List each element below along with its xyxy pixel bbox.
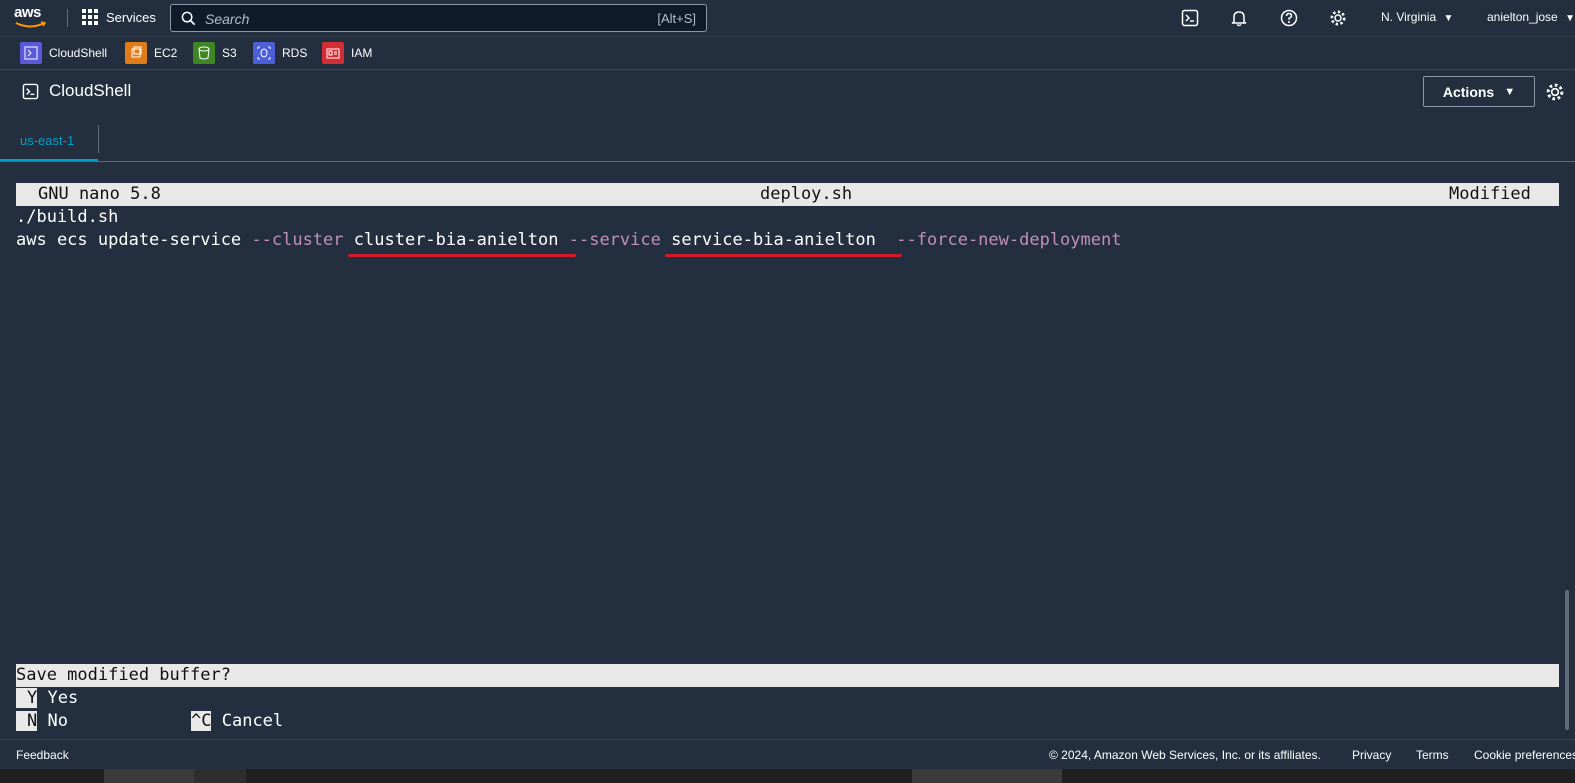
ec2-icon [125, 42, 147, 64]
cluster-value-text: cluster-bia-anielton [353, 230, 559, 250]
search-placeholder: Search [205, 11, 250, 27]
user-label: anielton_jose [1487, 10, 1558, 24]
cookie-preferences-link[interactable]: Cookie preferences [1474, 748, 1575, 762]
settings-button[interactable] [1328, 8, 1348, 28]
option-cluster: --cluster [251, 230, 344, 250]
bell-icon [1231, 11, 1247, 27]
label-cancel: Cancel [221, 711, 284, 731]
privacy-link[interactable]: Privacy [1352, 748, 1391, 762]
region-selector[interactable]: N. Virginia ▼ [1381, 10, 1453, 24]
terminal-line: aws ecs update-service --cluster cluster… [16, 229, 1122, 257]
gear-icon[interactable] [1545, 82, 1565, 102]
aws-logo[interactable]: aws [14, 4, 50, 32]
copyright-text: © 2024, Amazon Web Services, Inc. or its… [1049, 748, 1321, 762]
page-title: CloudShell [22, 81, 131, 101]
nano-title-bar: GNU nano 5.8 deploy.sh Modified [16, 183, 1559, 206]
option-service: --service [568, 230, 661, 250]
tab-us-east-1[interactable]: us-east-1 [0, 118, 98, 162]
label-yes: Yes [47, 688, 79, 708]
service-value: service-bia-anielton [665, 229, 903, 257]
save-prompt: Save modified buffer? [16, 665, 231, 685]
taskbar-item[interactable] [194, 769, 246, 783]
caret-down-icon: ▼ [1443, 13, 1454, 24]
terms-link[interactable]: Terms [1416, 748, 1449, 762]
iam-icon [322, 42, 344, 64]
help-icon [1280, 9, 1298, 27]
favorite-label: EC2 [154, 46, 178, 60]
nano-status: Modified [1449, 184, 1531, 204]
user-menu[interactable]: anielton_jose ▼ [1487, 10, 1575, 24]
search-shortcut: [Alt+S] [657, 11, 696, 26]
region-label: N. Virginia [1381, 10, 1437, 24]
favorite-cloudshell[interactable]: CloudShell [20, 42, 107, 64]
label-no: No [47, 711, 68, 731]
actions-button[interactable]: Actions ▼ [1423, 76, 1535, 107]
prompt-option-yes[interactable]: Y Yes [16, 687, 78, 710]
favorite-label: CloudShell [49, 46, 108, 60]
services-label: Services [106, 9, 156, 25]
terminal-line: ./build.sh [16, 207, 119, 227]
cloudshell-nav-button[interactable] [1180, 8, 1200, 28]
page-title-text: CloudShell [49, 81, 132, 100]
option-force-new-deployment: --force-new-deployment [896, 230, 1122, 250]
command-text: aws ecs update-service [16, 230, 252, 250]
feedback-link[interactable]: Feedback [16, 748, 69, 762]
key-no: N [16, 711, 38, 731]
favorite-label: S3 [222, 46, 237, 60]
aws-smile-icon [15, 21, 47, 28]
favorite-ec2[interactable]: EC2 [125, 42, 177, 64]
terminal[interactable]: GNU nano 5.8 deploy.sh Modified ./build.… [0, 162, 1575, 739]
favorites-bar: CloudShell EC2 S3 RDS IAM [0, 36, 1575, 69]
nav-divider [67, 9, 68, 27]
favorite-label: IAM [351, 46, 373, 60]
tab-label: us-east-1 [20, 132, 75, 148]
help-button[interactable] [1279, 8, 1299, 28]
key-yes: Y [16, 688, 38, 708]
cloudshell-header: CloudShell Actions ▼ us-east-1 [0, 69, 1575, 162]
tab-separator [98, 125, 99, 153]
top-navigation: aws Services Search [Alt+S] N. Virginia … [0, 0, 1575, 36]
red-underline [347, 254, 576, 257]
search-input[interactable]: Search [Alt+S] [170, 4, 707, 32]
cloudshell-icon [1181, 9, 1199, 27]
terminal-scrollbar[interactable] [1565, 590, 1569, 730]
search-icon [181, 11, 196, 26]
favorite-label: RDS [282, 46, 308, 60]
key-cancel: ^C [191, 711, 212, 731]
prompt-option-cancel[interactable]: ^C Cancel [191, 710, 283, 733]
actions-label: Actions [1442, 83, 1495, 100]
service-value-text: service-bia-anielton [671, 230, 876, 250]
s3-icon [193, 42, 215, 64]
cloudshell-icon [20, 42, 42, 64]
favorite-s3[interactable]: S3 [193, 42, 237, 64]
grid-icon [82, 9, 98, 25]
favorite-iam[interactable]: IAM [322, 42, 372, 64]
aws-logo-text: aws [14, 4, 41, 21]
save-prompt-bar: Save modified buffer? [16, 664, 1559, 687]
nano-filename: deploy.sh [760, 184, 853, 204]
notifications-button[interactable] [1229, 8, 1249, 28]
nano-version: GNU nano 5.8 [38, 184, 161, 204]
cloudshell-icon [22, 83, 39, 99]
taskbar-item[interactable] [104, 769, 194, 783]
taskbar-item[interactable] [912, 769, 1062, 783]
caret-down-icon: ▼ [1565, 13, 1575, 24]
caret-down-icon: ▼ [1504, 85, 1516, 98]
red-underline [665, 254, 903, 257]
cluster-value: cluster-bia-anielton [347, 229, 576, 257]
prompt-option-no[interactable]: N No [16, 710, 68, 733]
favorite-rds[interactable]: RDS [253, 42, 307, 64]
rds-icon [253, 42, 275, 64]
gear-icon [1330, 10, 1346, 26]
os-taskbar [0, 769, 1575, 783]
services-menu-button[interactable]: Services [82, 9, 156, 25]
footer: Feedback © 2024, Amazon Web Services, In… [0, 739, 1575, 769]
